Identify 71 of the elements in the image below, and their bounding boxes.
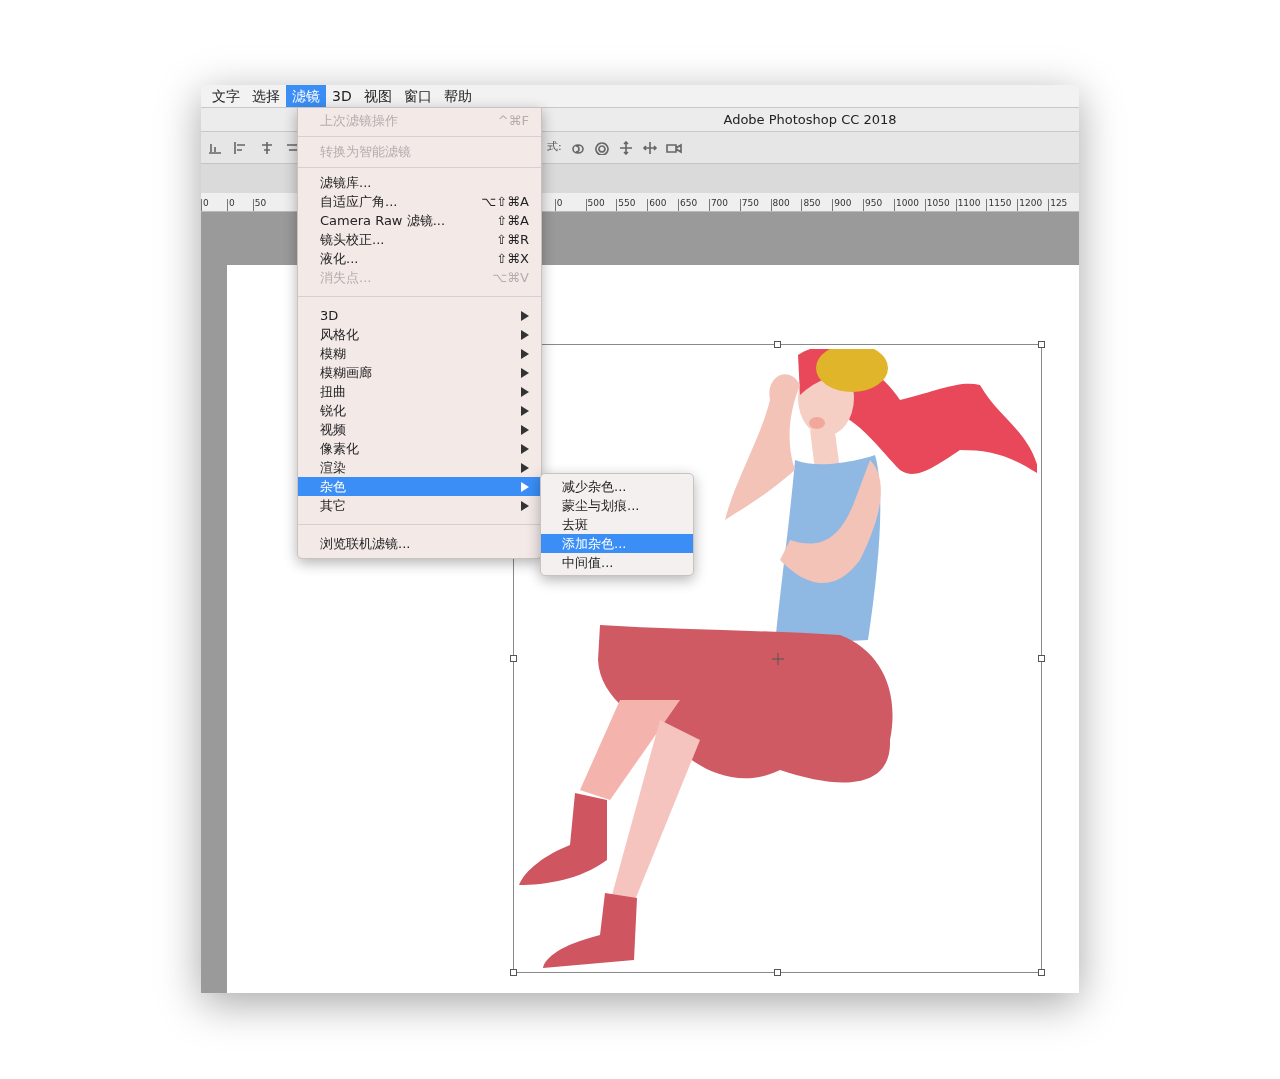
ruler-label: 900 [832, 199, 864, 211]
transform-handle[interactable] [1038, 341, 1045, 348]
menu-item[interactable]: Camera Raw 滤镜... ⇧⌘A [298, 211, 541, 230]
slide-3d-icon[interactable] [641, 140, 658, 155]
ruler-label: 125 [1048, 199, 1079, 211]
menu-item[interactable]: 其它 [298, 496, 541, 515]
menu-item[interactable]: 3D [298, 306, 541, 325]
align-center-icon[interactable] [259, 140, 275, 155]
window-title: Adobe Photoshop CC 2018 [723, 110, 897, 129]
submenu-arrow-icon [521, 329, 529, 340]
menu-item[interactable]: 镜头校正... ⇧⌘R [298, 230, 541, 249]
crosshair-icon [771, 652, 785, 666]
transform-handle[interactable] [1038, 655, 1045, 662]
ruler-label: 950 [863, 199, 894, 211]
menu-item[interactable]: 锐化 [298, 401, 541, 420]
ruler-label: 750 [739, 199, 771, 211]
submenu-arrow-icon [521, 500, 529, 511]
submenu-arrow-icon [521, 462, 529, 473]
menu-item[interactable]: 减少杂色... [541, 477, 693, 496]
menu-item[interactable]: 扭曲 [298, 382, 541, 401]
menu-item[interactable]: 自适应广角... ⌥⇧⌘A [298, 192, 541, 211]
ruler-label: 1000 [893, 199, 925, 211]
menu-bar-item[interactable]: 窗口 [397, 85, 438, 107]
transform-handle[interactable] [510, 969, 517, 976]
menu-item[interactable]: 模糊 [298, 344, 541, 363]
menu-bar-item[interactable]: 帮助 [437, 85, 478, 107]
menu-bar-item[interactable]: 选择 [246, 85, 286, 107]
ruler-label: 0 [226, 199, 253, 211]
ruler-label: 50 [252, 199, 279, 211]
menu-item[interactable]: 中间值... [541, 553, 693, 572]
pan-3d-icon[interactable] [617, 140, 634, 155]
transform-handle[interactable] [774, 969, 781, 976]
submenu-arrow-icon [521, 405, 529, 416]
submenu-arrow-icon [521, 424, 529, 435]
roll-3d-icon[interactable] [593, 140, 610, 155]
menu-item[interactable]: 去斑 [541, 515, 693, 534]
transform-handle[interactable] [510, 655, 517, 662]
submenu-arrow-icon [521, 443, 529, 454]
ruler-label: 1200 [1017, 199, 1049, 211]
ruler-label: 1050 [924, 199, 956, 211]
ruler-label: 700 [708, 199, 740, 211]
ruler-label: 0 [201, 199, 227, 211]
ruler-label: 800 [770, 199, 802, 211]
submenu-arrow-icon [521, 481, 529, 492]
menu-bar-item[interactable]: 文字 [206, 85, 246, 107]
submenu-arrow-icon [521, 367, 529, 378]
submenu-arrow-icon [521, 386, 529, 397]
menu-item[interactable]: 视频 [298, 420, 541, 439]
ruler-label: 650 [678, 199, 709, 211]
submenu-arrow-icon [521, 310, 529, 321]
menu-item[interactable]: 浏览联机滤镜... [298, 534, 541, 553]
ruler-label: 500 [585, 199, 617, 211]
ruler-label: 550 [616, 199, 648, 211]
transform-handle[interactable] [1038, 969, 1045, 976]
menu-item[interactable]: 模糊画廊 [298, 363, 541, 382]
submenu-arrow-icon [521, 348, 529, 359]
mode-label: 式: [547, 139, 562, 156]
ruler-label: 1150 [986, 199, 1018, 211]
ruler-label: 600 [647, 199, 679, 211]
menu-bar-item[interactable]: 3D [326, 85, 358, 107]
menu-item[interactable]: 蒙尘与划痕... [541, 496, 693, 515]
transform-handle[interactable] [774, 341, 781, 348]
ruler-label: 850 [801, 199, 833, 211]
menu-item[interactable]: 风格化 [298, 325, 541, 344]
ruler-label: 0 [554, 199, 586, 211]
menu-bar-item[interactable]: 视图 [357, 85, 398, 107]
menu-item[interactable]: 像素化 [298, 439, 541, 458]
ruler-label: 1100 [955, 199, 987, 211]
menu-item[interactable]: 滤镜库... [298, 173, 541, 192]
menu-item[interactable]: 液化... ⇧⌘X [298, 249, 541, 268]
menu-item[interactable]: 渲染 [298, 458, 541, 477]
